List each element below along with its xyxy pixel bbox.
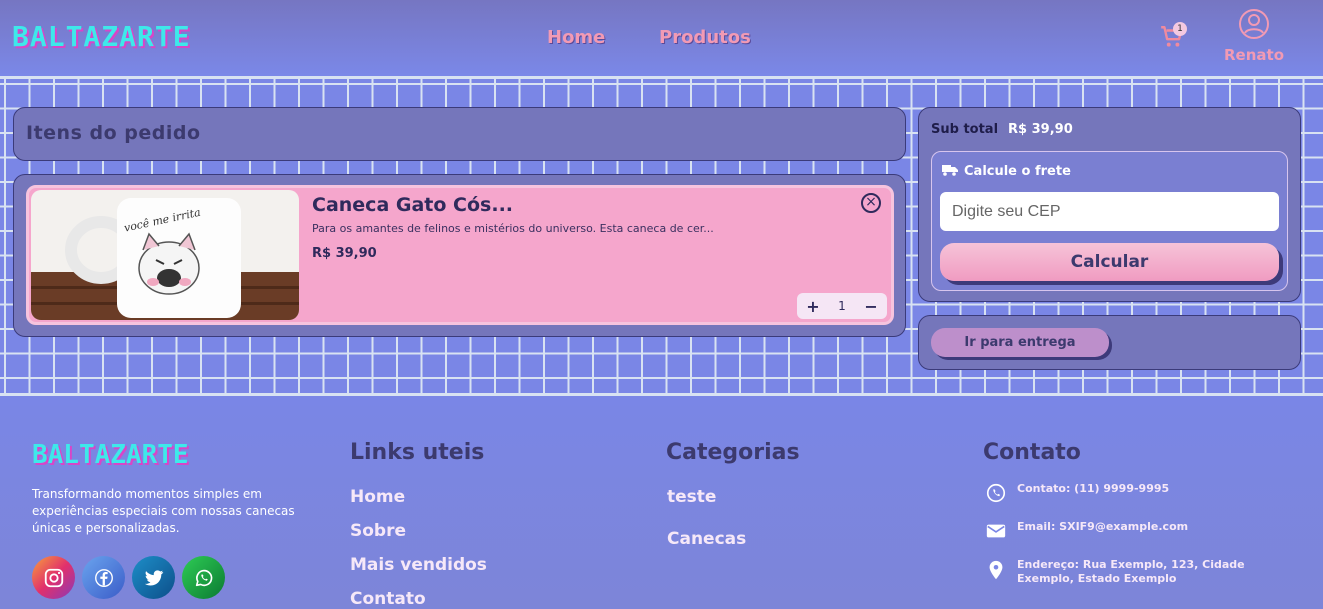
subtotal: Sub total R$ 39,90 [931,122,1073,137]
cart-count-badge: 1 [1173,22,1187,36]
footer-tagline: Transformando momentos simples em experi… [32,487,295,535]
instagram-icon [44,568,63,587]
close-circle-icon: × [865,194,877,210]
contact-address: Endereço: Rua Exemplo, 123, Cidade Exemp… [985,558,1277,586]
truck-icon [942,165,958,176]
contact-title: Contato [983,440,1081,465]
go-to-delivery-button[interactable]: Ir para entrega [931,328,1109,357]
summary-panel: Sub total R$ 39,90 Calcule o frete Calcul… [918,107,1301,302]
whatsapp-button[interactable] [182,556,225,599]
remove-item-button[interactable]: × [861,193,881,213]
freight-calculator: Calcule o frete Calcular [931,151,1288,291]
contact-email-text: Email: SXIF9@example.com [1017,520,1189,533]
cart-button[interactable]: 1 [1159,22,1189,54]
brand-logo[interactable]: BALTAZARTE [12,20,191,53]
product-name[interactable]: Caneca Gato Cós... [312,194,513,216]
mail-icon [986,524,1006,538]
quantity-value: 1 [838,299,846,313]
instagram-button[interactable] [32,556,75,599]
cart-item: você me irrita Caneca Gato Cós... Para o… [26,185,894,325]
contact-phone: Contato: (11) 9999-9995 [985,482,1277,504]
cep-input[interactable] [940,192,1279,231]
twitter-button[interactable] [132,556,175,599]
contact-address-text: Endereço: Rua Exemplo, 123, Cidade Exemp… [1017,558,1245,585]
whatsapp-icon [195,569,212,586]
freight-title: Calcule o frete [942,164,1071,179]
phone-icon [986,483,1006,503]
delivery-panel: Ir para entrega [918,315,1301,370]
site-header: BALTAZARTE Home Produtos 1 Renato [0,0,1323,76]
order-items-panel: você me irrita Caneca Gato Cós... Para o… [13,174,906,337]
user-menu[interactable]: Renato [1222,8,1286,64]
minus-icon[interactable]: − [864,297,877,316]
footer-link-home[interactable]: Home [350,487,405,507]
nav-home[interactable]: Home [547,27,605,48]
footer-brand-logo[interactable]: BALTAZARTE [32,440,189,470]
quantity-stepper: + 1 − [797,293,887,319]
calculate-button[interactable]: Calcular [940,243,1279,281]
social-links [32,556,225,599]
plus-icon[interactable]: + [806,297,819,316]
category-canecas[interactable]: Canecas [667,529,746,549]
footer-link-mais-vendidos[interactable]: Mais vendidos [350,555,487,575]
product-description: Para os amantes de felinos e mistérios d… [312,222,714,235]
contact-email: Email: SXIF9@example.com [985,520,1277,542]
user-icon [1239,9,1269,39]
facebook-icon [94,568,113,587]
footer-link-contato[interactable]: Contato [350,589,426,609]
user-name: Renato [1224,46,1284,64]
contact-phone-text: Contato: (11) 9999-9995 [1017,482,1170,495]
nav-produtos[interactable]: Produtos [659,27,751,48]
product-price: R$ 39,90 [312,246,377,261]
location-icon [989,560,1003,580]
categories-title: Categorias [666,440,800,465]
facebook-button[interactable] [82,556,125,599]
order-title: Itens do pedido [26,122,201,144]
order-title-panel: Itens do pedido [13,107,906,161]
category-teste[interactable]: teste [667,487,716,507]
subtotal-value: R$ 39,90 [1008,122,1073,137]
cart-content: Itens do pedido você me irrita Caneca Ga… [0,76,1323,396]
links-title: Links uteis [350,440,485,465]
footer-link-sobre[interactable]: Sobre [350,521,406,541]
freight-title-text: Calcule o frete [964,164,1071,179]
site-footer: BALTAZARTE Transformando momentos simple… [0,396,1323,609]
subtotal-label: Sub total [931,122,999,137]
twitter-icon [144,569,163,586]
mug-image: você me irrita [31,190,299,320]
product-image[interactable]: você me irrita [31,190,299,320]
